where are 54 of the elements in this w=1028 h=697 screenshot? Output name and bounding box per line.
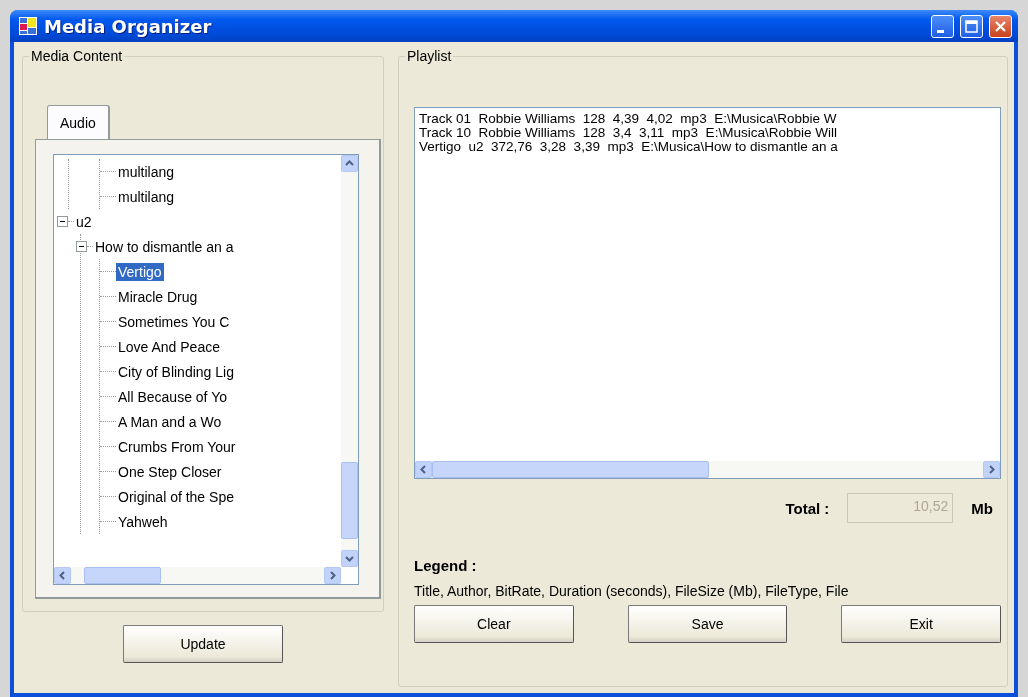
exit-button[interactable]: Exit xyxy=(841,605,1001,643)
tree-item[interactable]: Yahweh xyxy=(116,512,170,531)
tab[interactable]: Audio xyxy=(47,105,110,139)
minimize-button[interactable] xyxy=(931,14,954,38)
tree-item[interactable]: Love And Peace xyxy=(116,337,222,356)
chevron-right-icon xyxy=(987,465,996,474)
scrollbar-thumb[interactable] xyxy=(432,461,709,478)
clear-button[interactable]: Clear xyxy=(414,605,574,643)
scrollbar-thumb[interactable] xyxy=(341,461,358,539)
tree-item[interactable]: Miracle Drug xyxy=(116,287,200,306)
scroll-right-button[interactable] xyxy=(983,461,1000,478)
total-label: Total : xyxy=(785,499,830,517)
update-button[interactable]: Update xyxy=(123,625,283,663)
close-icon xyxy=(994,19,1007,33)
tree-item[interactable]: All Because of Yo xyxy=(116,387,229,406)
save-button[interactable]: Save xyxy=(627,605,788,643)
chevron-left-icon xyxy=(58,571,67,580)
tree-item[interactable]: Sometimes You C xyxy=(116,312,232,331)
scrollbar-thumb[interactable] xyxy=(83,567,161,584)
scroll-up-button[interactable] xyxy=(341,155,358,172)
group-title: Media Content xyxy=(29,48,125,64)
tree-item[interactable]: multilang xyxy=(116,187,177,206)
tree-item[interactable]: One Step Closer xyxy=(116,462,224,481)
tree-item[interactable]: Vertigo xyxy=(116,262,164,281)
scroll-down-button[interactable] xyxy=(341,550,358,567)
minimize-icon xyxy=(936,29,944,33)
collapse-icon[interactable] xyxy=(76,241,87,252)
close-button[interactable] xyxy=(989,14,1012,38)
tree-item[interactable]: How to dismantle an a xyxy=(93,237,236,256)
collapse-icon[interactable] xyxy=(57,216,68,227)
chevron-up-icon xyxy=(345,159,354,168)
tree-item[interactable]: multilang xyxy=(116,162,177,181)
tree-item[interactable]: A Man and a Wo xyxy=(116,412,224,431)
chevron-right-icon xyxy=(328,571,337,580)
playlist-item[interactable]: Track 10 Robbie Williams 128 3,4 3,11 mp3 E:\Musica\Robbie Will xyxy=(419,126,837,140)
window-title: Media Organizer xyxy=(44,15,213,37)
scroll-left-button[interactable] xyxy=(415,461,432,478)
legend-text: Title, Author, BitRate, Duration (seconds), FileSize (Mb), FileType, File xyxy=(414,582,850,601)
maximize-button[interactable] xyxy=(960,14,983,38)
tree-item[interactable]: Crumbs From Your xyxy=(116,437,238,456)
legend-label: Legend : xyxy=(414,557,477,574)
tree-item[interactable]: Original of the Spe xyxy=(116,487,236,506)
playlist-item[interactable]: Vertigo u2 372,76 3,28 3,39 mp3 E:\Musica\How to dismantle an a xyxy=(419,140,838,154)
chevron-down-icon xyxy=(345,554,354,563)
tree-item[interactable]: u2 xyxy=(74,212,94,231)
scroll-right-button[interactable] xyxy=(324,567,341,584)
app-icon xyxy=(18,16,38,36)
chevron-left-icon xyxy=(419,465,428,474)
tree-item[interactable]: City of Blinding Lig xyxy=(116,362,236,381)
maximize-icon xyxy=(965,19,978,33)
scroll-left-button[interactable] xyxy=(54,567,71,584)
group-title: Playlist xyxy=(405,48,454,64)
unit-label: Mb xyxy=(971,499,993,517)
playlist-item[interactable]: Track 01 Robbie Williams 128 4,39 4,02 mp3 E:\Musica\Robbie W xyxy=(419,112,837,126)
